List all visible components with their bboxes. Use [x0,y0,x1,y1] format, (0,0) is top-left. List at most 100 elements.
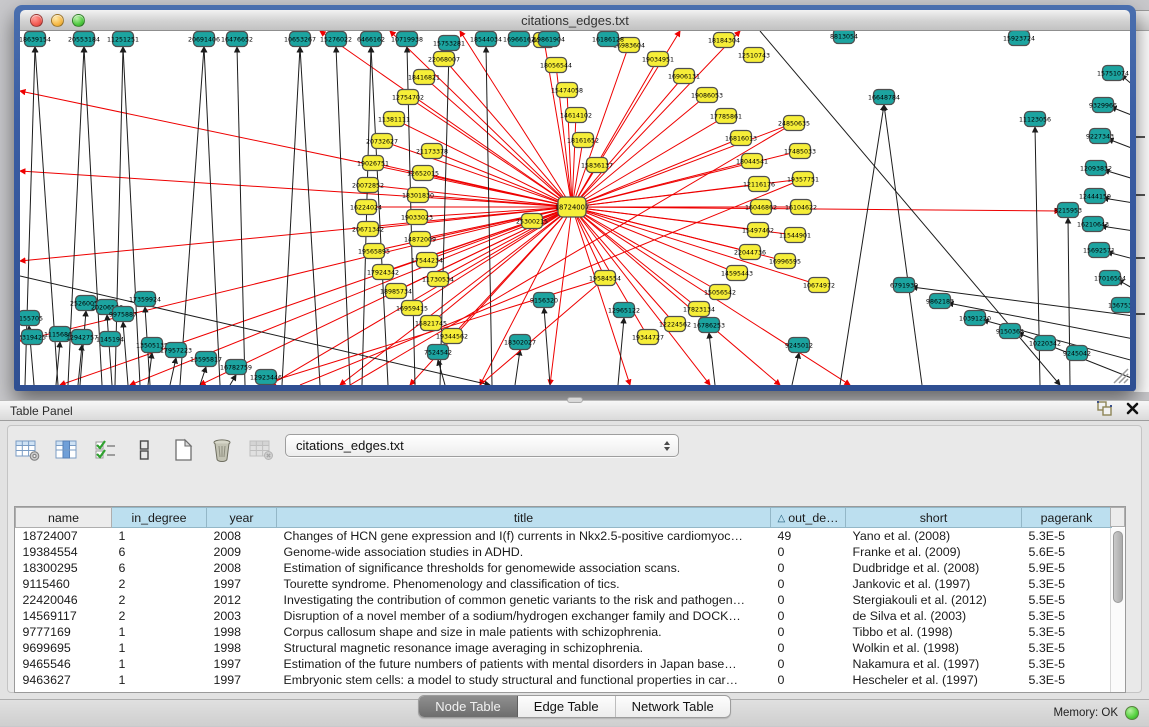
table-row[interactable]: 2242004622012Investigating the contribut… [16,592,1112,608]
network-node[interactable]: 11544901 [779,228,811,243]
window-titlebar[interactable]: citations_edges.txt [20,10,1130,31]
table-row[interactable]: 946554611997Estimation of the future num… [16,656,1112,672]
network-node[interactable]: 16959415 [396,301,428,316]
network-node[interactable]: 12754702 [392,90,424,105]
delete-table-icon[interactable] [209,437,235,463]
network-node[interactable]: 18544034 [470,32,502,47]
network-node[interactable]: 19034951 [642,52,674,67]
table-row[interactable]: 977716911998Corpus callosum shape and si… [16,624,1112,640]
tab-edge-table[interactable]: Edge Table [518,696,616,717]
zoom-window-icon[interactable] [72,14,85,27]
network-node[interactable]: 6791930 [890,278,918,293]
network-node[interactable]: 19344727 [632,330,664,345]
network-node[interactable]: 10653267 [284,32,316,47]
network-node[interactable]: 11123056 [1019,112,1051,127]
network-node[interactable]: 16906131 [668,69,700,84]
network-node[interactable]: 12923446 [250,370,282,385]
network-node[interactable]: 9245042 [1063,346,1091,361]
network-node[interactable]: 8813054 [830,31,858,44]
network-node[interactable]: 20072852 [352,178,384,193]
network-node[interactable]: 16816013 [725,131,757,146]
new-table-icon[interactable] [170,437,196,463]
column-header-out-de-[interactable]: △out_de… [771,508,846,528]
network-node[interactable]: 11251251 [107,32,139,47]
network-node[interactable]: 19565895 [358,244,390,259]
network-node[interactable]: 14872009 [404,232,436,247]
scrollbar-thumb[interactable] [1113,531,1123,603]
close-window-icon[interactable] [30,14,43,27]
minimize-window-icon[interactable] [51,14,64,27]
tab-node-table[interactable]: Node Table [419,696,518,717]
network-node[interactable]: 20553184 [68,32,100,47]
network-node[interactable]: 15497462 [742,223,774,238]
network-node[interactable]: 6466162 [357,32,385,47]
network-node[interactable]: 10719938 [391,32,423,47]
network-node[interactable]: 9329966 [1089,98,1117,113]
network-node[interactable]: 12093832 [1080,161,1112,176]
network-node[interactable]: 12224562 [659,317,691,332]
table-row[interactable]: 946362711997Embryonic stem cells: a mode… [16,672,1112,688]
network-node[interactable]: 18416821 [408,70,440,85]
panel-drag-handle[interactable] [567,397,583,403]
network-node[interactable]: 15474058 [551,83,583,98]
network-node[interactable]: 7524542 [424,345,452,360]
table-row[interactable]: 1830029562008Estimation of significance … [16,560,1112,576]
network-node[interactable]: 18044541 [736,154,768,169]
network-node[interactable]: 17016504 [1094,271,1126,286]
column-header-title[interactable]: title [277,508,771,528]
network-node[interactable]: 12116176 [743,177,775,192]
column-header-in-degree[interactable]: in_degree [112,508,207,528]
float-panel-icon[interactable] [1097,401,1112,421]
network-node[interactable]: 22068007 [428,52,460,67]
network-node[interactable]: 16648784 [868,90,900,105]
network-node[interactable]: 18301830 [402,188,434,203]
table-panel-header[interactable]: Table Panel [0,400,1149,421]
table-row[interactable]: 1456911722003Disruption of a novel membe… [16,608,1112,624]
network-node[interactable]: 22044736 [734,245,766,260]
network-node[interactable]: 1145194 [96,332,124,347]
network-node[interactable]: 15056542 [704,285,736,300]
column-header-year[interactable]: year [207,508,277,528]
network-node[interactable]: 16104622 [785,200,817,215]
network-node[interactable]: 18184304 [708,33,740,48]
network-node[interactable]: 18302027 [504,335,536,350]
network-node[interactable]: 10391220 [959,311,991,326]
network-node[interactable]: 10674972 [803,278,835,293]
network-node[interactable]: 18639154 [20,32,51,47]
network-node[interactable]: 9227343 [1086,129,1114,144]
table-row[interactable]: 1938455462009Genome-wide association stu… [16,544,1112,560]
table-columns-icon[interactable] [53,437,79,463]
resize-grip-icon[interactable] [1114,369,1128,383]
network-node[interactable]: 15836137 [581,158,613,173]
network-node[interactable]: 9975887 [109,307,137,322]
close-panel-icon[interactable] [1126,402,1139,420]
network-node[interactable]: 20691406 [188,32,220,47]
network-node[interactable]: 16046862 [745,200,777,215]
network-node[interactable]: 19086053 [691,88,723,103]
table-row[interactable]: 911546021997Tourette syndrome. Phenomeno… [16,576,1112,592]
network-node[interactable]: 21173378 [416,144,448,159]
network-node[interactable]: 14614102 [560,108,592,123]
network-node[interactable]: 9155705 [20,311,43,326]
import-table-icon[interactable] [248,437,274,463]
network-node[interactable]: 13595817 [190,352,222,367]
network-node[interactable]: 1367533 [1108,298,1130,313]
network-node[interactable]: 8215953 [1054,203,1082,218]
network-node[interactable]: 17359924 [129,292,161,307]
rows-icon[interactable] [131,437,157,463]
network-node[interactable]: 16224024 [350,200,382,215]
network-node[interactable]: 12444159 [1079,189,1111,204]
network-node[interactable]: 19026751 [357,156,389,171]
network-node[interactable]: 24850635 [778,116,810,131]
network-node[interactable]: 18056544 [540,58,572,73]
network-node[interactable]: 16210643 [1077,217,1109,232]
network-node[interactable]: 19357751 [787,172,819,187]
network-node[interactable]: 20732627 [366,134,398,149]
network-node[interactable]: 20671342 [352,222,384,237]
table-row[interactable]: 969969511998Structural magnetic resonanc… [16,640,1112,656]
network-node[interactable]: 17785861 [710,109,742,124]
network-node[interactable]: 17924342 [367,265,399,280]
column-header-pagerank[interactable]: pagerank [1022,508,1112,528]
network-node[interactable]: 17485033 [784,144,816,159]
network-node[interactable]: 9150362 [996,324,1024,339]
